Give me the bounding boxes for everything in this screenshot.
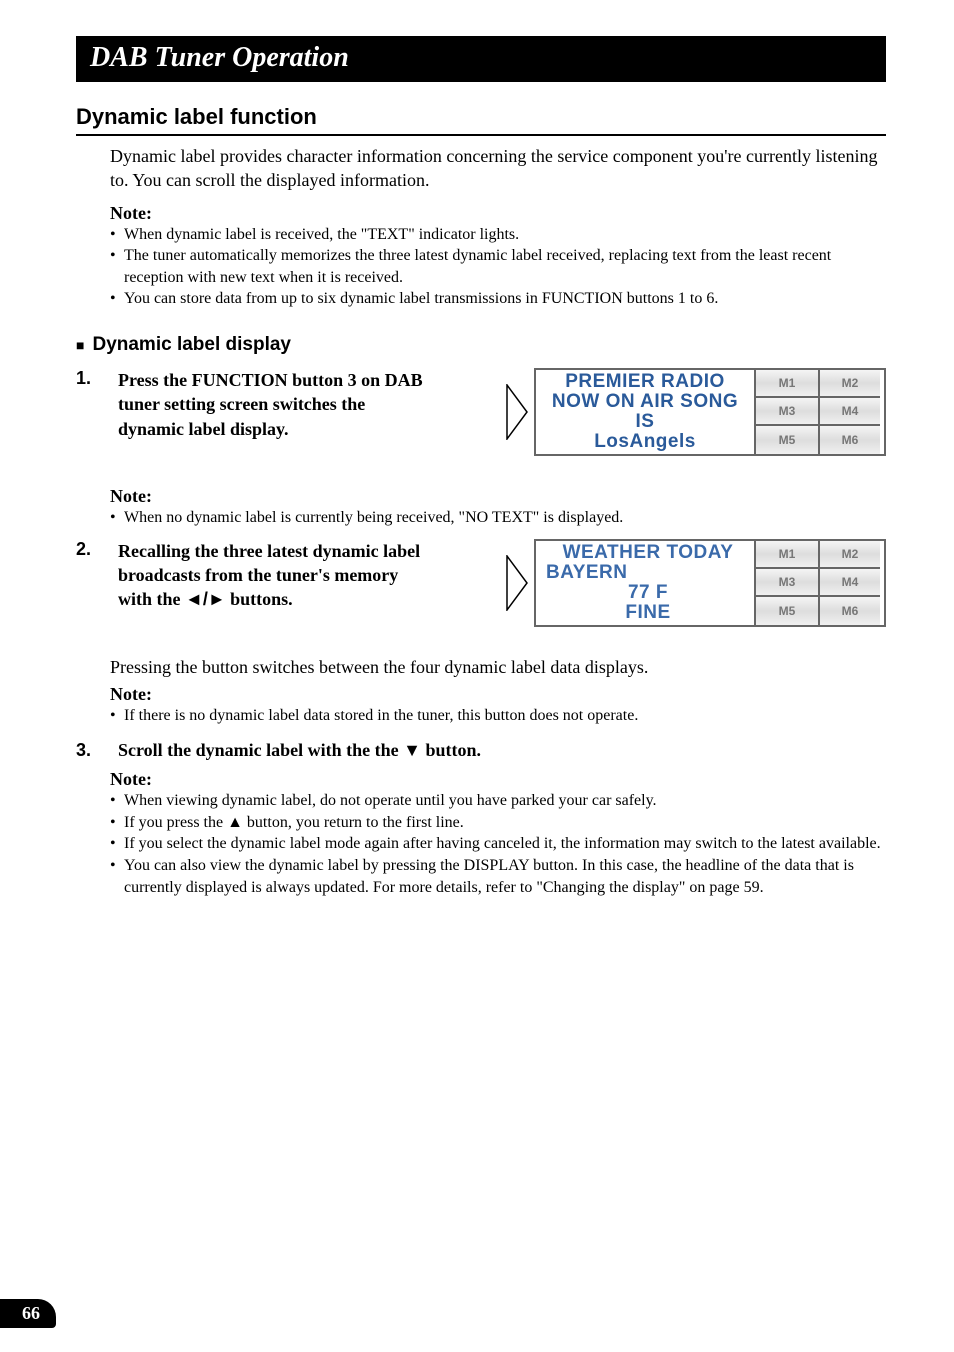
note-list-4: When viewing dynamic label, do not opera… <box>110 790 886 898</box>
note-item: You can also view the dynamic label by p… <box>110 855 886 898</box>
note-block-1: Note: When dynamic label is received, th… <box>76 203 886 310</box>
note-label: Note: <box>110 769 886 790</box>
note-block-2: Note: When no dynamic label is currently… <box>110 486 886 529</box>
memory-buttons-grid: M1 M2 M3 M4 M5 M6 <box>756 541 884 625</box>
screenshot-1: PREMIER RADIO NOW ON AIR SONG IS LosAnge… <box>506 368 886 456</box>
lcd-line: BAYERN <box>546 563 628 583</box>
lcd-line: PREMIER RADIO <box>565 372 725 392</box>
memory-button-m3[interactable]: M3 <box>756 569 818 597</box>
note-block-4: Note: When viewing dynamic label, do not… <box>110 769 886 898</box>
note-list-3: If there is no dynamic label data stored… <box>110 705 886 727</box>
note-list-2: When no dynamic label is currently being… <box>110 507 886 529</box>
after-step2-block: Pressing the button switches between the… <box>110 657 886 727</box>
sub-heading-text: Dynamic label display <box>92 334 291 355</box>
memory-button-m5[interactable]: M5 <box>756 426 818 454</box>
note-item: If you select the dynamic label mode aga… <box>110 833 886 855</box>
step-2-row: 2. Recalling the three latest dynamic la… <box>76 539 886 627</box>
lcd-screen-1: PREMIER RADIO NOW ON AIR SONG IS LosAnge… <box>534 368 886 456</box>
step-2-text: Recalling the three latest dynamic label… <box>118 539 428 612</box>
note-label: Note: <box>110 684 886 705</box>
memory-button-m1[interactable]: M1 <box>756 370 818 398</box>
page-content: DAB Tuner Operation Dynamic label functi… <box>0 0 954 928</box>
left-right-arrows-icon: ◄/► <box>185 589 226 609</box>
note-item: If you press the ▲ button, you return to… <box>110 812 886 834</box>
play-triangle-icon <box>506 555 528 611</box>
sub-heading: ■ Dynamic label display <box>76 334 886 356</box>
note-item: The tuner automatically memorizes the th… <box>110 245 886 288</box>
down-arrow-icon: ▼ <box>403 740 421 760</box>
step-2-text-post: buttons. <box>226 589 293 609</box>
memory-button-m5[interactable]: M5 <box>756 597 818 625</box>
note-item: When no dynamic label is currently being… <box>110 507 886 529</box>
step-number: 3. <box>76 740 100 761</box>
lcd-line: NOW ON AIR SONG <box>552 392 738 412</box>
lcd-text-area: PREMIER RADIO NOW ON AIR SONG IS LosAnge… <box>536 370 756 454</box>
memory-button-m1[interactable]: M1 <box>756 541 818 569</box>
step-1-text: Press the FUNCTION button 3 on DAB tuner… <box>118 368 428 441</box>
memory-button-m4[interactable]: M4 <box>818 569 880 597</box>
step-1-row: 1. Press the FUNCTION button 3 on DAB tu… <box>76 368 886 456</box>
note-item: When dynamic label is received, the "TEX… <box>110 224 886 246</box>
page-number: 66 <box>0 1299 56 1328</box>
memory-button-m6[interactable]: M6 <box>818 426 880 454</box>
step-3-row: 3. Scroll the dynamic label with the the… <box>76 740 886 761</box>
memory-buttons-grid: M1 M2 M3 M4 M5 M6 <box>756 370 884 454</box>
note-item: If there is no dynamic label data stored… <box>110 705 886 727</box>
memory-button-m2[interactable]: M2 <box>818 370 880 398</box>
section-heading: Dynamic label function <box>76 104 886 136</box>
lcd-line: WEATHER TODAY <box>563 543 734 563</box>
note-item: When viewing dynamic label, do not opera… <box>110 790 886 812</box>
lcd-text-area: WEATHER TODAY BAYERN 77 F FINE <box>536 541 756 625</box>
step-number: 1. <box>76 368 100 389</box>
chapter-title-bar: DAB Tuner Operation <box>76 36 886 82</box>
lcd-line: 77 F <box>628 583 668 603</box>
lcd-screen-2: WEATHER TODAY BAYERN 77 F FINE M1 M2 M3 … <box>534 539 886 627</box>
step-3-text: Scroll the dynamic label with the the ▼ … <box>118 740 481 761</box>
note-label: Note: <box>110 203 886 224</box>
step-3-text-pre: Scroll the dynamic label with the the <box>118 740 403 760</box>
play-triangle-icon <box>506 384 528 440</box>
step-number: 2. <box>76 539 100 560</box>
screenshot-2: WEATHER TODAY BAYERN 77 F FINE M1 M2 M3 … <box>506 539 886 627</box>
intro-paragraph: Dynamic label provides character informa… <box>110 144 886 193</box>
square-bullet-icon: ■ <box>76 337 84 353</box>
lcd-line: FINE <box>625 603 670 623</box>
note-item: You can store data from up to six dynami… <box>110 288 886 310</box>
memory-button-m4[interactable]: M4 <box>818 398 880 426</box>
lcd-line: IS <box>636 412 655 432</box>
body-paragraph: Pressing the button switches between the… <box>110 657 886 678</box>
note-list-1: When dynamic label is received, the "TEX… <box>110 224 886 310</box>
step-3-text-post: button. <box>421 740 481 760</box>
memory-button-m6[interactable]: M6 <box>818 597 880 625</box>
memory-button-m2[interactable]: M2 <box>818 541 880 569</box>
memory-button-m3[interactable]: M3 <box>756 398 818 426</box>
lcd-line: LosAngels <box>594 432 696 452</box>
note-label: Note: <box>110 486 886 507</box>
